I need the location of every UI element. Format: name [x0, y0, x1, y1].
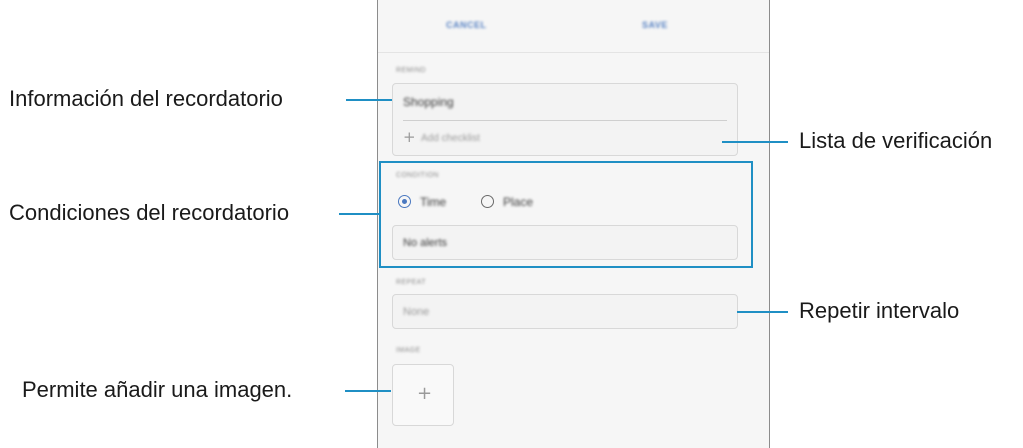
repeat-field[interactable]: None — [392, 294, 738, 329]
add-image-button[interactable]: + — [392, 364, 454, 426]
callout-image: Permite añadir una imagen. — [22, 377, 293, 402]
save-button[interactable]: SAVE — [642, 20, 668, 30]
image-section-label: IMAGE — [396, 347, 421, 354]
repeat-value: None — [403, 306, 430, 318]
add-checklist-label[interactable]: Add checklist — [421, 133, 480, 144]
reminder-card: Shopping + Add checklist — [392, 83, 738, 156]
callout-line-repeat — [737, 311, 788, 313]
add-checklist-icon[interactable]: + — [403, 128, 416, 146]
top-action-bar: CANCEL SAVE — [378, 0, 769, 53]
reminder-section-label: REMIND — [396, 67, 427, 74]
conditions-highlight-box — [379, 161, 753, 268]
callout-repeat: Repetir intervalo — [799, 298, 960, 323]
callout-conditions: Condiciones del recordatorio — [9, 200, 290, 225]
divider — [403, 120, 727, 121]
callout-line-reminder-info — [346, 99, 392, 101]
callout-line-checklist — [722, 141, 788, 143]
reminder-title-input[interactable]: Shopping — [403, 95, 454, 109]
callout-line-image — [345, 390, 391, 392]
add-image-icon: + — [417, 383, 433, 404]
callout-reminder-info: Información del recordatorio — [9, 86, 283, 111]
callout-checklist: Lista de verificación — [799, 128, 993, 153]
repeat-section-label: REPEAT — [396, 279, 426, 286]
cancel-button[interactable]: CANCEL — [446, 20, 487, 30]
callout-line-conditions — [339, 213, 379, 215]
